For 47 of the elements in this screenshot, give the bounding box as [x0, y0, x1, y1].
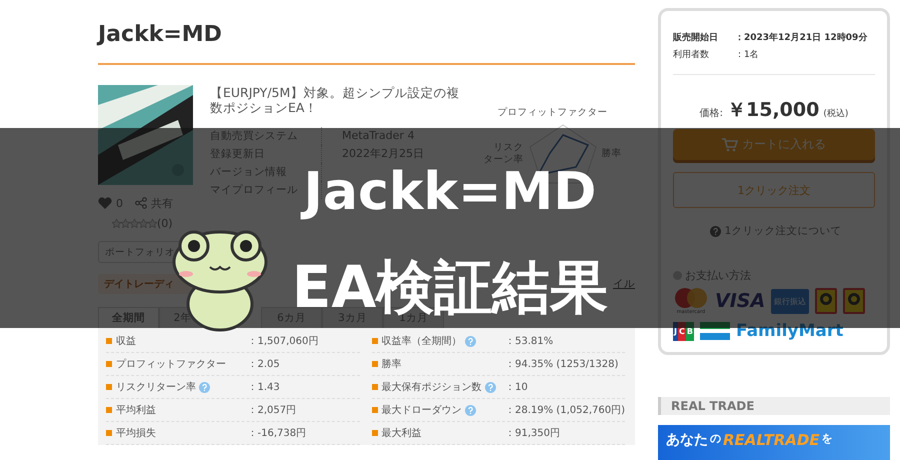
- bullet-icon: [106, 338, 112, 344]
- stat-label: 勝率: [382, 358, 402, 371]
- info-value: ：2023年12月21日 12時09分: [735, 31, 868, 45]
- stat-value: ：2,057円: [248, 404, 298, 417]
- help-icon[interactable]: [464, 336, 476, 346]
- stat-label: 最大ドローダウン: [382, 404, 462, 417]
- bullet-icon: [372, 338, 378, 344]
- stat-value: ：1,507,060円: [248, 335, 320, 348]
- stat-label: 最大利益: [382, 426, 422, 440]
- stat-value: ：28.19% (1,052,760円): [505, 404, 625, 417]
- bullet-icon: [372, 361, 378, 367]
- stat-label: リスクリターン率: [116, 380, 196, 394]
- stat-value: ：94.35% (1253/1328): [505, 358, 620, 371]
- stat-label: 収益: [116, 334, 136, 348]
- help-icon[interactable]: [199, 382, 210, 392]
- page-title: Jackk=MD: [98, 22, 635, 65]
- stat-label: 平均利益: [116, 404, 156, 417]
- stat-label: プロフィットファクター: [116, 358, 226, 371]
- help-icon[interactable]: [484, 382, 496, 392]
- bullet-icon: [106, 361, 112, 367]
- stat-value: ：10: [505, 381, 529, 394]
- stat-value: ：2.05: [248, 358, 281, 371]
- stat-value: ：-16,738円: [248, 427, 308, 440]
- tax-note: (税込): [823, 108, 848, 120]
- stat-value: ：1.43: [248, 381, 281, 394]
- stat-label: 収益率（全期間）: [382, 334, 462, 348]
- info-label: 販売開始日: [673, 31, 719, 45]
- stat-label: 最大保有ポジション数: [382, 380, 482, 394]
- visa-logo: VISA: [715, 290, 766, 312]
- bullet-icon: [372, 430, 378, 436]
- stat-value: ：53.81%: [505, 335, 554, 348]
- radar-label: プロフィットファクター: [498, 107, 608, 119]
- bullet-icon: [372, 407, 378, 413]
- bullet-icon: [106, 407, 112, 413]
- price-label: 価格:: [700, 106, 723, 120]
- product-description: 【EURJPY/5M】対象。超シンプル設定の複数ポジションEA！: [210, 85, 460, 115]
- section-heading: REAL TRADE: [658, 397, 890, 415]
- bullet-icon: [106, 430, 112, 436]
- info-label: 利用者数: [673, 48, 710, 62]
- stat-label: 平均損失: [116, 426, 156, 440]
- bullet-icon: [372, 384, 378, 390]
- info-value: ：1名: [735, 48, 760, 62]
- style-link[interactable]: イル: [613, 277, 635, 291]
- bullet-icon: [106, 384, 112, 390]
- stat-value: ：91,350円: [505, 427, 561, 440]
- help-icon[interactable]: [464, 404, 476, 416]
- price: ￥15,000: [727, 98, 820, 123]
